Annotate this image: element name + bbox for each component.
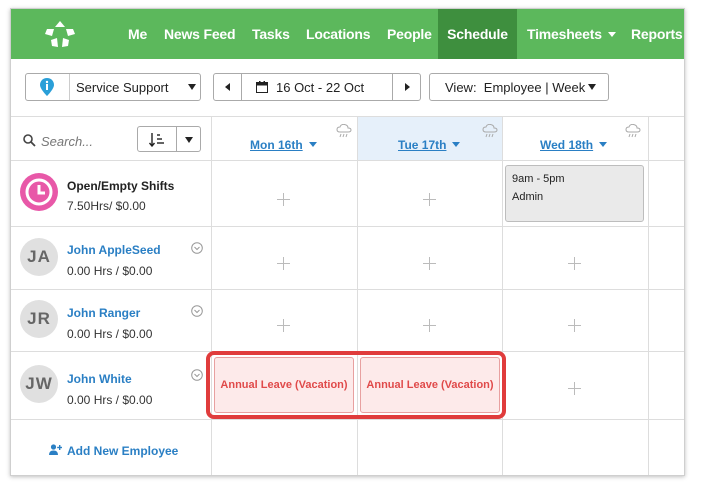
avatar: JR <box>20 300 58 338</box>
sort-control <box>137 126 201 152</box>
nav-news-feed[interactable]: News Feed <box>159 9 240 59</box>
divider <box>176 127 177 151</box>
divider <box>357 117 358 475</box>
nav-locations[interactable]: Locations <box>301 9 375 59</box>
divider <box>211 117 212 475</box>
open-shifts-name: Open/Empty Shifts <box>67 179 175 193</box>
location-pin-icon <box>40 78 54 96</box>
divider <box>11 419 684 420</box>
view-select[interactable]: View: Employee | Week <box>429 73 609 101</box>
open-shifts-hours: 7.50Hrs/ $0.00 <box>67 199 146 213</box>
location-value: Service Support <box>76 80 169 95</box>
date-range-picker: 16 Oct - 22 Oct <box>213 73 421 101</box>
nav-reports[interactable]: Reports <box>631 9 683 59</box>
arrow-right-icon <box>405 83 410 91</box>
add-shift-button[interactable] <box>568 382 581 395</box>
day-mon[interactable]: Mon 16th <box>250 138 317 152</box>
weather-rain-icon <box>482 124 498 138</box>
schedule-grid: Search... Mon 16th Tue 17th Wed 18th Ope… <box>11 117 684 475</box>
employee-row: JW John White 0.00 Hrs / $0.00 <box>11 351 211 419</box>
view-caret-icon <box>588 84 596 90</box>
add-shift-button[interactable] <box>277 193 290 206</box>
employee-name[interactable]: John AppleSeed <box>67 243 161 257</box>
chevron-down-icon[interactable] <box>191 242 203 254</box>
day-header-mon: Mon 16th <box>211 117 356 160</box>
caret-down-icon <box>452 142 461 147</box>
add-employee-button[interactable]: Add New Employee <box>67 444 178 458</box>
search-input[interactable]: Search... <box>41 134 93 149</box>
open-shift-card[interactable]: 9am - 5pm Admin <box>505 165 644 222</box>
shift-time: 9am - 5pm <box>512 173 565 185</box>
add-user-icon <box>49 444 62 455</box>
caret-down-icon <box>308 142 317 147</box>
nav-schedule[interactable]: Schedule <box>438 9 517 59</box>
top-nav: Me News Feed Tasks Locations People Sche… <box>11 9 684 59</box>
date-range-label[interactable]: 16 Oct - 22 Oct <box>276 80 364 95</box>
weather-rain-icon <box>625 124 641 138</box>
nav-timesheets-label: Timesheets <box>527 26 602 42</box>
employee-row: JR John Ranger 0.00 Hrs / $0.00 <box>11 289 211 351</box>
day-tue[interactable]: Tue 17th <box>398 138 461 152</box>
chevron-down-icon[interactable] <box>191 369 203 381</box>
add-shift-button[interactable] <box>423 319 436 332</box>
day-header-tue: Tue 17th <box>357 117 502 160</box>
divider <box>648 117 649 475</box>
next-week-button[interactable] <box>392 74 420 100</box>
sort-icon[interactable] <box>149 132 165 147</box>
caret-down-icon <box>607 32 616 37</box>
caret-down-icon <box>599 142 608 147</box>
employee-name[interactable]: John White <box>67 372 132 386</box>
view-label: View: Employee | Week <box>445 80 585 95</box>
avatar: JA <box>20 238 58 276</box>
add-shift-button[interactable] <box>277 257 290 270</box>
employee-hours: 0.00 Hrs / $0.00 <box>67 393 153 407</box>
day-mon-label: Mon 16th <box>250 138 303 152</box>
day-wed[interactable]: Wed 18th <box>540 138 608 152</box>
nav-tasks[interactable]: Tasks <box>248 9 294 59</box>
add-shift-button[interactable] <box>423 257 436 270</box>
shift-role: Admin <box>512 191 544 203</box>
day-header-wed: Wed 18th <box>502 117 647 160</box>
employee-hours: 0.00 Hrs / $0.00 <box>67 264 153 278</box>
view-value: Employee | Week <box>483 80 586 95</box>
search-icon <box>23 134 36 147</box>
chevron-down-icon[interactable] <box>191 305 203 317</box>
add-shift-button[interactable] <box>423 193 436 206</box>
employee-row: JA John AppleSeed 0.00 Hrs / $0.00 <box>11 226 211 289</box>
employee-hours: 0.00 Hrs / $0.00 <box>67 327 153 341</box>
day-wed-label: Wed 18th <box>540 138 594 152</box>
location-select[interactable]: Service Support <box>25 73 201 101</box>
avatar: JW <box>20 365 58 403</box>
toolbar: Service Support 16 Oct - 22 Oct View: Em… <box>11 59 684 117</box>
calendar-icon <box>256 81 268 93</box>
location-icon-box <box>26 74 70 100</box>
day-tue-label: Tue 17th <box>398 138 447 152</box>
nav-me[interactable]: Me <box>122 9 153 59</box>
prev-week-button[interactable] <box>214 74 242 100</box>
nav-timesheets[interactable]: Timesheets <box>527 9 616 59</box>
app-window: Me News Feed Tasks Locations People Sche… <box>10 8 685 476</box>
app-logo-icon[interactable] <box>43 18 77 50</box>
nav-people[interactable]: People <box>382 9 437 59</box>
weather-rain-icon <box>336 124 352 138</box>
add-shift-button[interactable] <box>568 257 581 270</box>
select-caret-icon <box>188 84 196 90</box>
employee-name[interactable]: John Ranger <box>67 306 140 320</box>
sort-dropdown-icon[interactable] <box>185 137 193 143</box>
view-prefix: View: <box>445 80 477 95</box>
annotation-highlight <box>206 351 506 419</box>
add-shift-button[interactable] <box>568 319 581 332</box>
divider <box>502 117 503 475</box>
arrow-left-icon <box>225 83 230 91</box>
add-shift-button[interactable] <box>277 319 290 332</box>
clock-icon <box>20 173 58 211</box>
open-shifts-row: Open/Empty Shifts 7.50Hrs/ $0.00 <box>11 160 211 226</box>
